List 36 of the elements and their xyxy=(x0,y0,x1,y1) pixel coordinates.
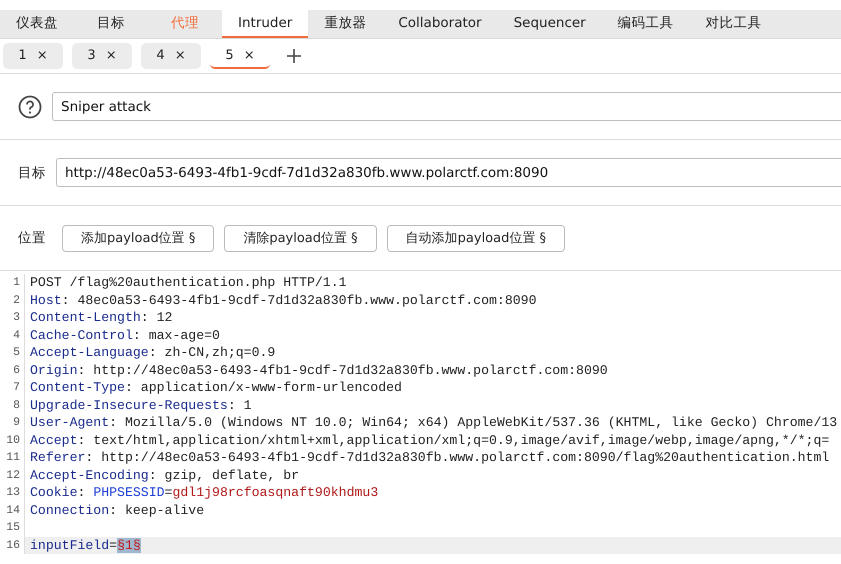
plus-icon[interactable] xyxy=(287,49,301,63)
nav-tab[interactable]: Collaborator xyxy=(382,10,498,38)
code-text: User-Agent: Mozilla/5.0 (Windows NT 10.0; Win64; x64) AppleWebKit/537.36 (KHTML, like Gecko) Chrome/13 xyxy=(29,415,838,430)
positions-label: 位置 xyxy=(18,229,46,247)
help-icon[interactable] xyxy=(18,94,42,118)
nav-tab[interactable]: 目标 xyxy=(74,10,148,38)
code-text: Referer: http://48ec0a53-6493-4fb1-9cdf-7d1d32a830fb.www.polarctf.com:8090/flag%20authentication.html xyxy=(29,450,830,466)
code-text: Host: 48ec0a53-6493-4fb1-9cdf-7d1d32a830fb.www.polarctf.com:8090 xyxy=(29,292,536,308)
code-text: Accept-Encoding: gzip, deflate, br xyxy=(29,468,300,483)
nav-tab[interactable]: 重放器 xyxy=(308,10,382,38)
payload-position-button[interactable]: 清除payload位置 § xyxy=(224,224,377,252)
code-text: inputField=§1§ xyxy=(29,538,141,553)
code-text: POST /flag%20authentication.php HTTP/1.1 xyxy=(29,275,347,290)
code-text: Accept: text/html,application/xhtml+xml,application/xml;q=0.9,image/avif,image/webp,image/apng,*/*;q= xyxy=(29,432,830,448)
code-text: Cache-Control: max-age=0 xyxy=(29,328,220,343)
code-text: Upgrade-Insecure-Requests: 1 xyxy=(29,398,252,413)
nav-tab[interactable]: Sequencer xyxy=(498,10,602,38)
attack-type-field[interactable]: Sniper attack xyxy=(52,92,841,121)
target-label: 目标 xyxy=(18,164,46,182)
code-text: Origin: http://48ec0a53-6493-4fb1-9cdf-7d1d32a830fb.www.polarctf.com:8090 xyxy=(29,362,608,378)
code-text: Content-Type: application/x-www-form-urlencoded xyxy=(29,380,402,396)
code-text: Accept-Language: zh-CN,zh;q=0.9 xyxy=(29,345,276,360)
nav-tab[interactable]: 对比工具 xyxy=(690,10,778,38)
code-text: Connection: keep-alive xyxy=(29,502,204,518)
payload-position-button[interactable]: 自动添加payload位置 § xyxy=(386,224,565,252)
attack-tab[interactable]: 3 × xyxy=(72,43,132,69)
line-number: 16 xyxy=(0,536,25,554)
code-text: Content-Length: 12 xyxy=(29,310,172,326)
target-url-field[interactable]: http://48ec0a53-6493-4fb1-9cdf-7d1d32a830fb.www.polarctf.com:8090 xyxy=(56,158,841,187)
code-text: Cookie: PHPSESSID=gdl1j98rcfoasqnaft90khdmu3 xyxy=(29,485,378,500)
payload-position-button[interactable]: 添加payload位置 § xyxy=(62,224,214,252)
attack-tab[interactable]: 4 × xyxy=(141,43,201,69)
attack-tab[interactable]: 1 × xyxy=(3,43,63,69)
nav-tab[interactable]: 编码工具 xyxy=(602,10,690,38)
nav-tab[interactable]: 仪表盘 xyxy=(0,10,74,38)
nav-tab[interactable]: Intruder xyxy=(222,10,308,38)
